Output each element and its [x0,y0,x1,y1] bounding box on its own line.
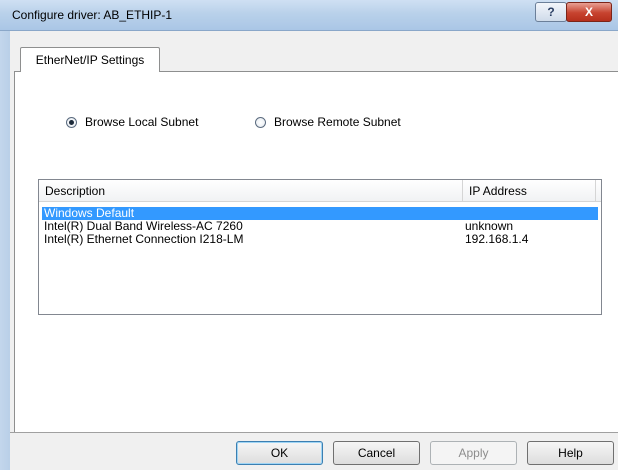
apply-button: Apply [430,441,517,465]
list-item[interactable]: Intel(R) Ethernet Connection I218-LM 192… [42,233,598,246]
close-button[interactable]: X [566,2,612,22]
window-frame-left [0,31,10,470]
adapter-listview[interactable]: Description IP Address Windows Default I… [38,179,602,315]
radio-label-remote: Browse Remote Subnet [274,115,401,129]
title-bar[interactable]: Configure driver: AB_ETHIP-1 ? X [0,0,618,31]
listview-header: Description IP Address [39,180,601,202]
column-header-description[interactable]: Description [39,180,463,201]
tab-label: EtherNet/IP Settings [35,53,145,67]
radio-unchecked-icon[interactable] [255,116,266,128]
help-button[interactable]: Help [527,441,614,465]
list-item-ip: 192.168.1.4 [465,232,529,246]
tab-ethernet-ip-settings[interactable]: EtherNet/IP Settings [20,47,160,72]
cancel-button[interactable]: Cancel [333,441,420,465]
question-icon: ? [547,5,555,19]
list-item-description: Intel(R) Ethernet Connection I218-LM [44,232,244,246]
column-header-ip-address[interactable]: IP Address [463,180,596,201]
window-title: Configure driver: AB_ETHIP-1 [12,8,173,22]
ok-button[interactable]: OK [236,441,323,465]
radio-browse-local-subnet[interactable]: Browse Local Subnet [66,115,198,129]
close-icon: X [584,5,593,19]
button-area-separator [10,432,618,433]
radio-browse-remote-subnet[interactable]: Browse Remote Subnet [255,115,401,129]
help-title-button[interactable]: ? [535,2,567,22]
radio-label-local: Browse Local Subnet [85,115,199,129]
radio-checked-icon[interactable] [66,116,77,128]
